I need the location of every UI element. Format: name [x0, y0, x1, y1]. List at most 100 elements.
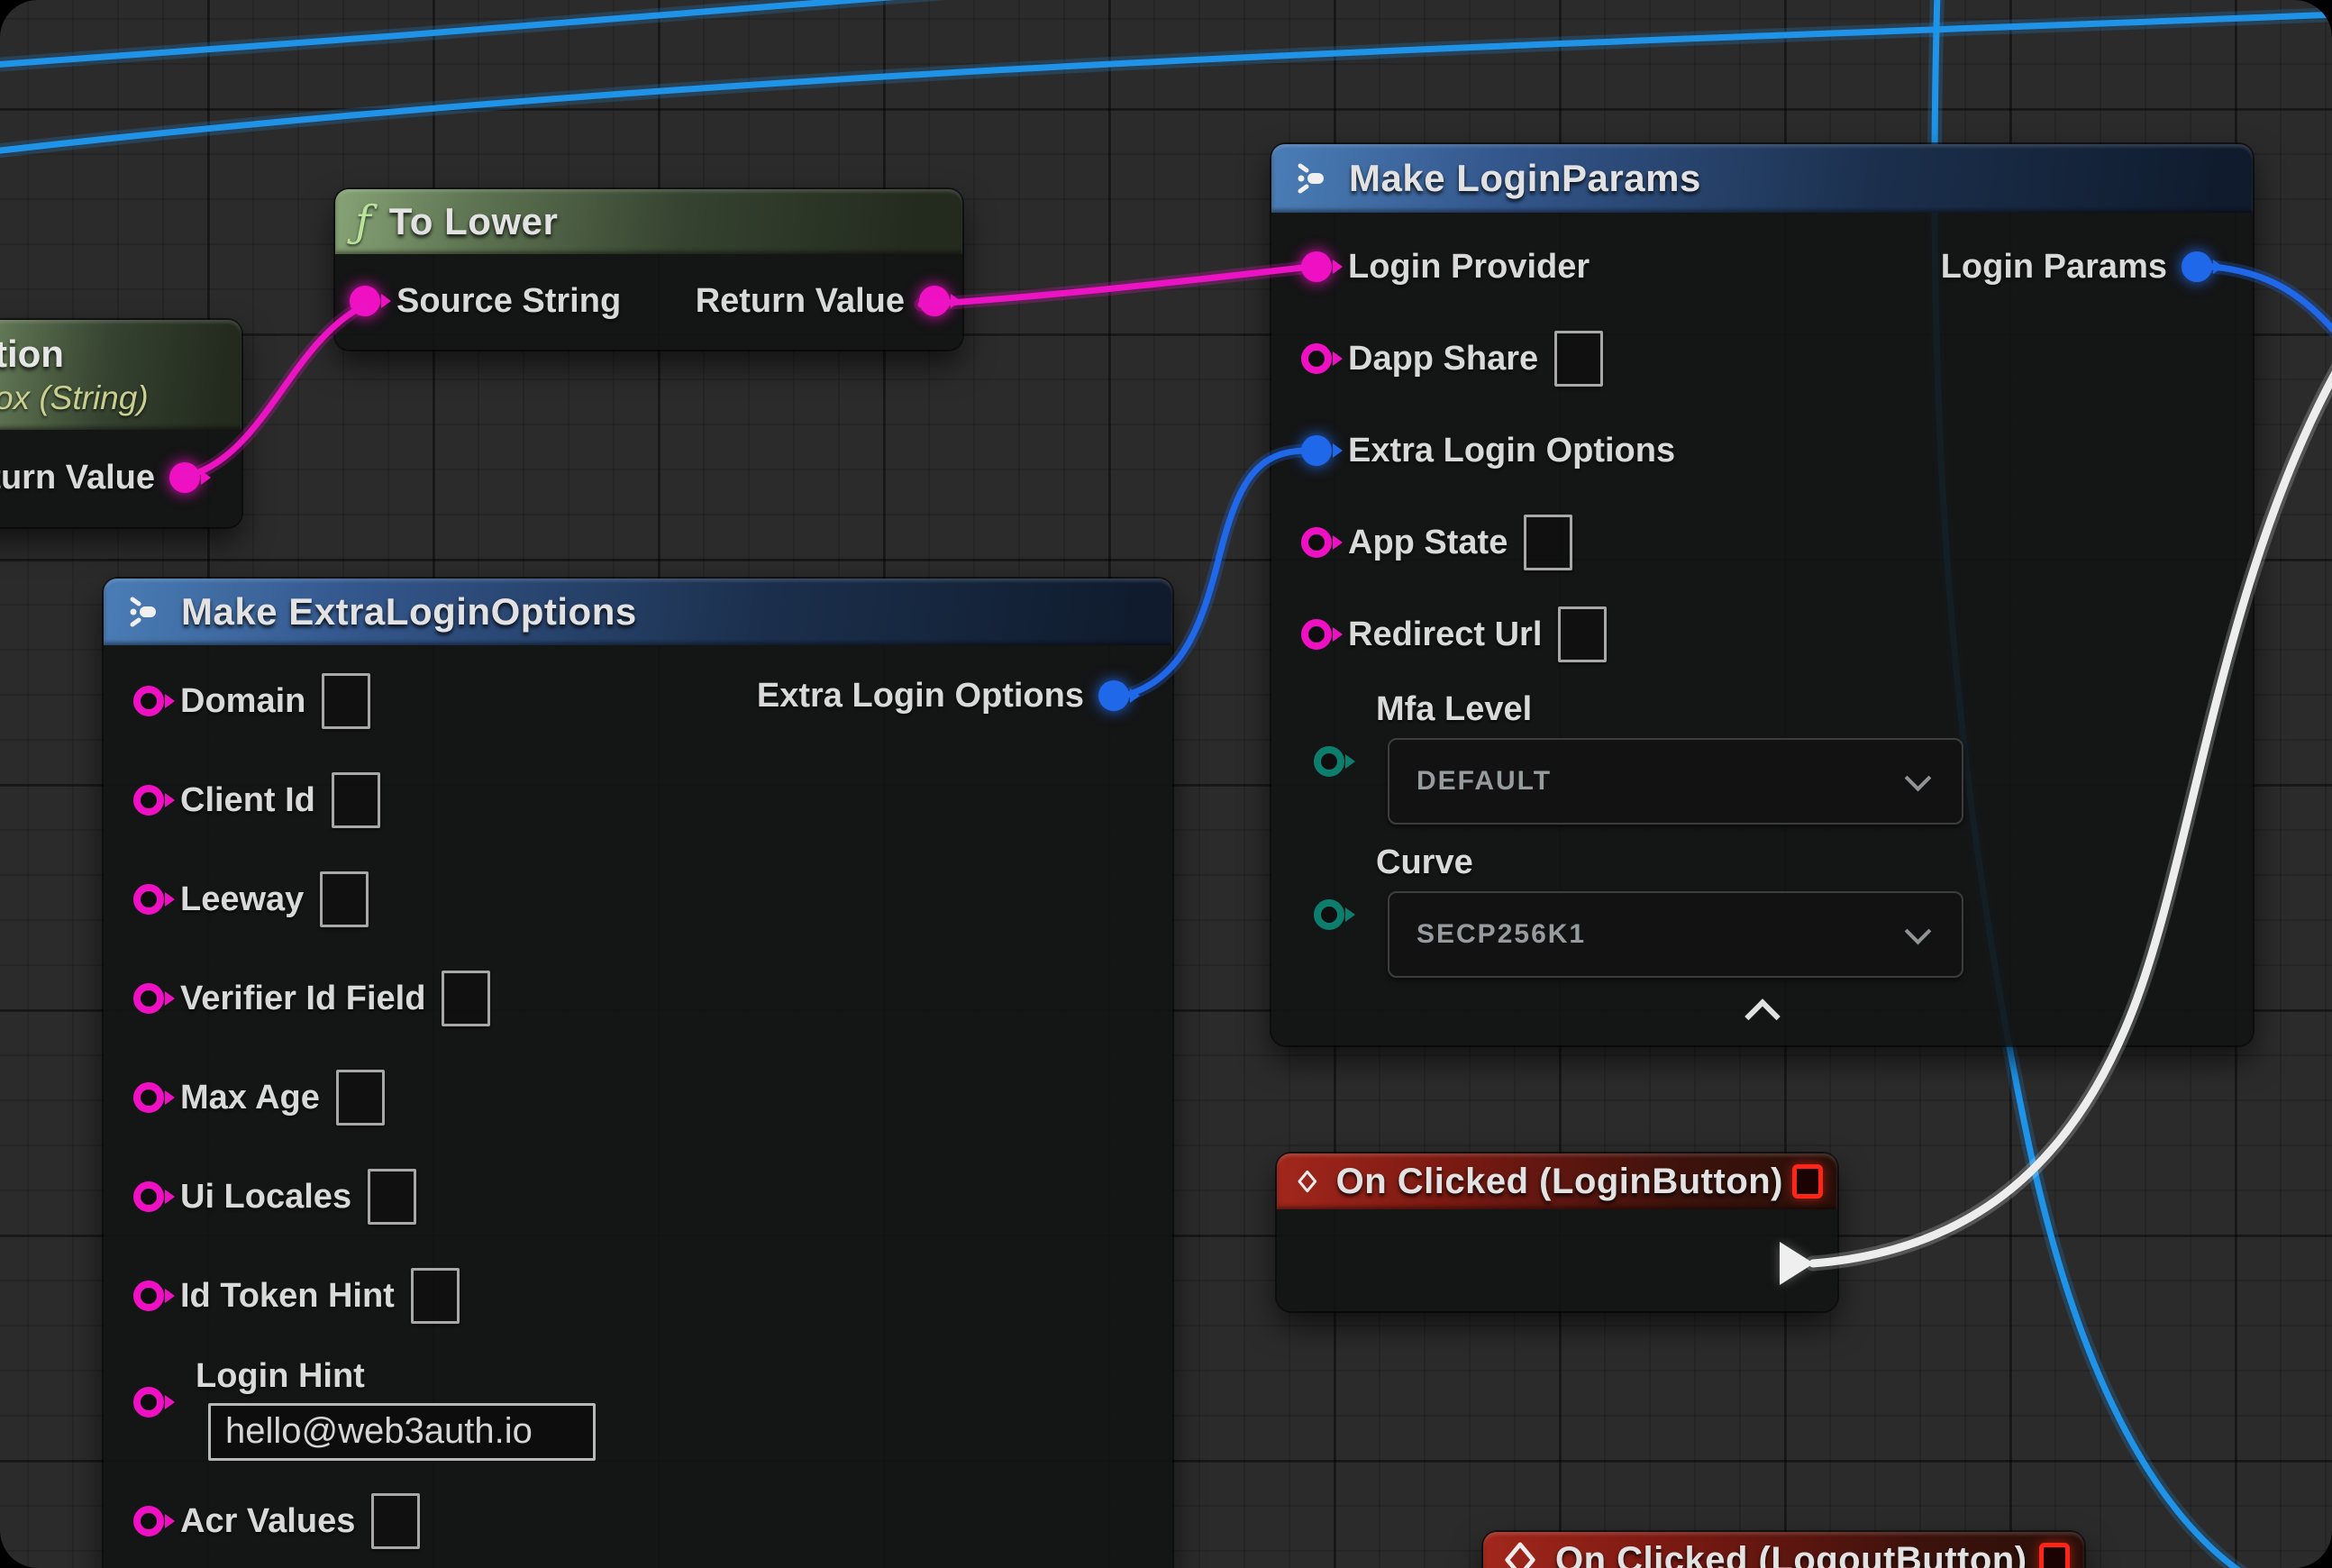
- input-pin[interactable]: [133, 1387, 164, 1418]
- input-pin[interactable]: [1314, 746, 1344, 777]
- pin-label: Curve: [1376, 843, 1473, 882]
- screenshot-frame: tion ox (String) eturn Value ƒ To Lower …: [0, 0, 2332, 1568]
- input-pin[interactable]: [1301, 527, 1332, 558]
- return-value-output-pin[interactable]: [919, 286, 950, 316]
- node-title-fragment: tion: [0, 333, 64, 376]
- input-pin[interactable]: [1314, 899, 1344, 930]
- pin-row: Client Id: [104, 751, 1172, 850]
- enum-dropdown[interactable]: SECP256K1: [1388, 891, 1963, 978]
- pin-label: Client Id: [180, 781, 315, 820]
- node-header: On Clicked (LoginButton): [1277, 1153, 1837, 1209]
- exec-output-pin[interactable]: [1780, 1242, 1814, 1285]
- pin-default-value-box[interactable]: [368, 1169, 416, 1225]
- pin-label: Redirect Url: [1348, 615, 1542, 654]
- node-on-clicked-logout-button[interactable]: On Clicked (LogoutButton): [1483, 1532, 2084, 1568]
- input-pin[interactable]: [133, 1506, 164, 1536]
- chevron-down-icon: [1905, 918, 1932, 945]
- login-params-output-pin[interactable]: [2182, 251, 2212, 282]
- pin-default-value-box[interactable]: [411, 1268, 460, 1324]
- pin-row-return-value: eturn Value: [0, 462, 200, 493]
- pin-row: App State: [1271, 497, 2253, 588]
- input-pin[interactable]: [133, 983, 164, 1014]
- input-pin[interactable]: [133, 785, 164, 816]
- pin-row: Ui Locales: [104, 1147, 1172, 1246]
- node-getter-partial[interactable]: tion ox (String) eturn Value: [0, 320, 241, 527]
- node-to-lower[interactable]: ƒ To Lower Source String Return Value: [335, 189, 962, 350]
- wire-data-top-left: [0, 0, 993, 65]
- pin-label: Domain: [180, 682, 305, 721]
- source-string-input-pin[interactable]: [350, 286, 380, 316]
- event-bind-red-square-icon[interactable]: [2039, 1543, 2070, 1568]
- pin-label: eturn Value: [0, 459, 155, 497]
- node-subtitle-fragment: ox (String): [0, 379, 149, 417]
- event-bind-red-square-icon[interactable]: [1792, 1164, 1823, 1199]
- pin-label: Id Token Hint: [180, 1277, 395, 1316]
- pin-default-value-box[interactable]: [332, 772, 380, 828]
- function-f-icon: ƒ: [355, 200, 371, 243]
- extra-login-options-output-pin[interactable]: [1098, 680, 1129, 711]
- pin-default-value-box[interactable]: [336, 1070, 385, 1126]
- node-make-extra-login-options[interactable]: Make ExtraLoginOptions Domain Client Id: [104, 579, 1172, 1568]
- pin-default-value-box[interactable]: [371, 1493, 420, 1549]
- make-struct-icon: [123, 592, 163, 632]
- input-pin[interactable]: [1301, 343, 1332, 374]
- enum-selected-value: DEFAULT: [1417, 766, 1552, 797]
- node-title: To Lower: [389, 200, 559, 243]
- input-pin[interactable]: [1301, 251, 1332, 282]
- pin-default-value-box[interactable]: [1554, 331, 1603, 387]
- node-title: On Clicked (LoginButton): [1336, 1162, 1783, 1202]
- make-struct-icon: [1291, 159, 1331, 198]
- pin-default-value-box[interactable]: [1558, 606, 1607, 662]
- pin-row: Redirect Url: [1271, 588, 2253, 680]
- node-on-clicked-login-button[interactable]: On Clicked (LoginButton): [1277, 1153, 1837, 1311]
- return-value-output-pin[interactable]: [169, 462, 200, 493]
- pin-label: App State: [1348, 524, 1508, 562]
- pin-default-value-box[interactable]: [322, 673, 370, 729]
- node-header: Make LoginParams: [1271, 144, 2253, 213]
- node-header: tion ox (String): [0, 320, 241, 430]
- pin-text-value: hello@web3auth.io: [225, 1411, 533, 1452]
- input-pin[interactable]: [133, 884, 164, 915]
- pin-row: Mfa Level DEFAULT: [1271, 680, 2253, 834]
- pin-row: Leeway: [104, 850, 1172, 949]
- input-pin[interactable]: [1301, 619, 1332, 650]
- enum-selected-value: SECP256K1: [1417, 919, 1586, 950]
- collapse-node-chevron[interactable]: [1744, 998, 1781, 1035]
- pin-label: Login Hint: [196, 1357, 365, 1396]
- node-header: Make ExtraLoginOptions: [104, 579, 1172, 645]
- pin-label: Dapp Share: [1348, 340, 1538, 378]
- event-diamond-icon: [1297, 1162, 1318, 1201]
- pin-row: Id Token Hint: [104, 1246, 1172, 1345]
- pin-row: Login Hint hello@web3auth.io: [104, 1345, 1172, 1472]
- node-header: ƒ To Lower: [335, 189, 962, 254]
- pin-label: Max Age: [180, 1079, 320, 1117]
- pin-label: Mfa Level: [1376, 690, 1532, 729]
- pin-label: Verifier Id Field: [180, 980, 425, 1018]
- pin-row-login-params-out: Login Params: [1941, 251, 2212, 282]
- input-pin[interactable]: [133, 1281, 164, 1311]
- node-title: Make ExtraLoginOptions: [181, 590, 637, 634]
- pin-row: Dapp Share: [1271, 313, 2253, 405]
- blueprint-graph-canvas[interactable]: tion ox (String) eturn Value ƒ To Lower …: [0, 0, 2332, 1568]
- pin-label: Login Params: [1941, 248, 2167, 287]
- pin-row: Max Age: [104, 1048, 1172, 1147]
- input-pin[interactable]: [1301, 435, 1332, 466]
- node-make-login-params[interactable]: Make LoginParams Login Provider Dapp Sha…: [1271, 144, 2253, 1045]
- pin-default-value-box[interactable]: [320, 871, 369, 927]
- pin-row: Verifier Id Field: [104, 949, 1172, 1048]
- pin-default-value-box[interactable]: [442, 971, 490, 1026]
- pin-label: Source String: [396, 282, 621, 321]
- pin-label: Acr Values: [180, 1502, 355, 1541]
- event-diamond-icon: [1503, 1540, 1537, 1568]
- wire-string-tolower-to-login-provider: [921, 268, 1303, 305]
- pin-text-field[interactable]: hello@web3auth.io: [208, 1403, 596, 1461]
- input-pin[interactable]: [133, 1181, 164, 1212]
- node-title: On Clicked (LogoutButton): [1555, 1540, 2027, 1568]
- pin-default-value-box[interactable]: [1524, 515, 1572, 570]
- input-pin[interactable]: [133, 686, 164, 716]
- enum-dropdown[interactable]: DEFAULT: [1388, 738, 1963, 825]
- node-title: Make LoginParams: [1349, 157, 1701, 200]
- input-pin[interactable]: [133, 1082, 164, 1113]
- pin-label: Extra Login Options: [757, 677, 1084, 716]
- node-header: On Clicked (LogoutButton): [1483, 1532, 2084, 1568]
